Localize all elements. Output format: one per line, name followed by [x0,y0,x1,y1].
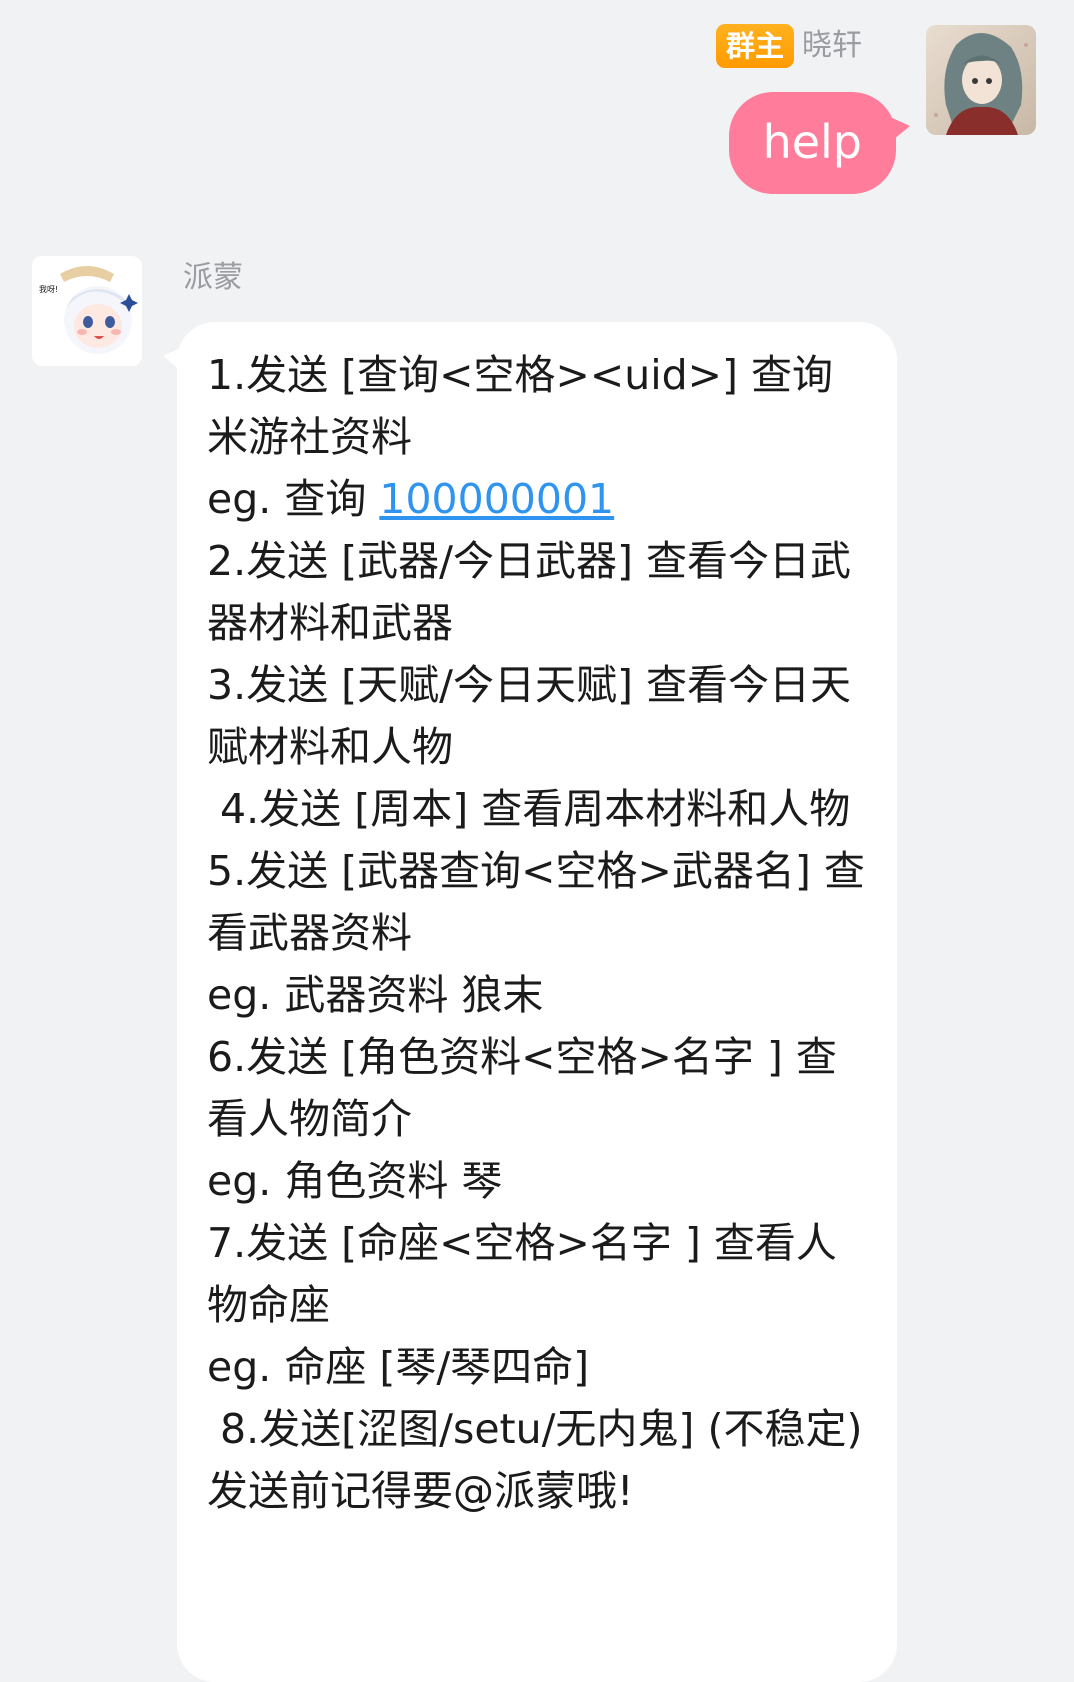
help-line: 3.发送 [天赋/今日天赋] 查看今日天赋材料和人物 [207,661,851,771]
help-line: 4.发送 [周本] 查看周本材料和人物 [207,785,851,833]
help-line: 8.发送[涩图/setu/无内鬼] (不稳定) [207,1405,863,1453]
incoming-message-bubble[interactable]: 1.发送 [查询<空格><uid>] 查询米游社资料 eg. 查询 100000… [163,322,897,1682]
outgoing-sender-header: 群主 晓轩 [715,24,862,68]
help-line: eg. 角色资料 琴 [207,1157,503,1205]
help-line: 6.发送 [角色资料<空格>名字 ] 查看人物简介 [207,1033,837,1143]
help-line: eg. 查询 100000001 [207,468,867,530]
help-line: 2.发送 [武器/今日武器] 查看今日武器材料和武器 [207,537,851,647]
uid-link[interactable]: 100000001 [379,475,614,523]
bot-avatar-caption: 我呀! [39,284,58,294]
help-line: eg. 武器资料 狼末 [207,971,544,1019]
help-line: 5.发送 [武器查询<空格>武器名] 查看武器资料 [207,847,865,957]
outgoing-message-text: help [762,115,862,169]
bot-avatar[interactable]: 我呀! [32,256,142,366]
outgoing-message-bubble[interactable]: help [728,92,910,194]
help-line-text: eg. 查询 [207,475,380,523]
group-owner-badge: 群主 [715,24,794,68]
incoming-bubble-tail [163,346,185,374]
help-line: 7.发送 [命座<空格>名字 ] 查看人物命座 [207,1219,837,1329]
incoming-sender-name[interactable]: 派蒙 [183,258,243,298]
user-avatar[interactable] [926,25,1036,135]
help-line: 发送前记得要@派蒙哦! [207,1467,634,1515]
help-line: 1.发送 [查询<空格><uid>] 查询米游社资料 [207,351,833,461]
outgoing-bubble-tail [888,116,910,144]
outgoing-sender-name[interactable]: 晓轩 [802,26,862,66]
help-line: eg. 命座 [琴/琴四命] [207,1343,590,1391]
